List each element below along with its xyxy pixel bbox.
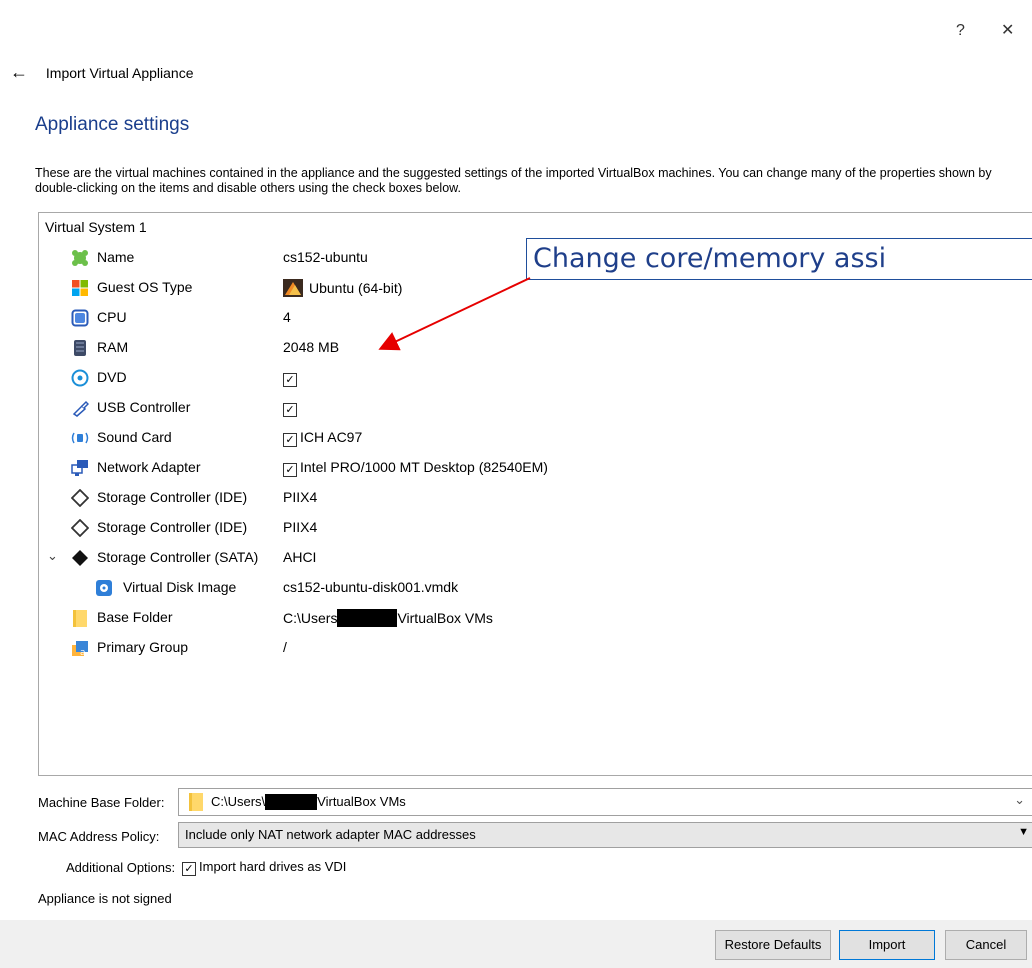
machine-base-folder-label: Machine Base Folder: [38,795,165,810]
tree-row-dvd[interactable]: DVD ✓ [39,363,1032,393]
redaction-block [265,794,318,810]
storage-sata-icon [72,550,88,566]
sound-card-value: ICH AC97 [300,429,363,445]
tree-row-label: Storage Controller (SATA) [97,549,259,565]
tree-row-sound-card[interactable]: Sound Card ✓ ICH AC97 [39,423,1032,453]
base-folder-suffix: VirtualBox VMs [397,610,493,626]
tree-row-label: DVD [97,369,127,385]
import-vdi-option[interactable]: ✓ Import hard drives as VDI [182,859,346,876]
machine-base-folder-combo[interactable]: C:\Users\ VirtualBox VMs ⌄ [178,788,1032,816]
tree-row-storage-sata[interactable]: ⌄ Storage Controller (SATA) AHCI [39,543,1032,573]
tree-row-label: Primary Group [97,639,189,655]
tree-row-value: 2048 MB [283,339,340,355]
tree-row-label: USB Controller [97,399,191,415]
cpu-icon [71,309,89,327]
base-folder-value: C:\Users\ VirtualBox VMs [211,794,406,810]
cancel-button[interactable]: Cancel [945,930,1027,960]
import-vdi-label: Import hard drives as VDI [199,859,347,874]
tree-row-label: Storage Controller (IDE) [97,489,248,505]
close-button[interactable]: ✕ [1001,20,1014,40]
ram-icon [74,340,86,356]
tree-row-label: Base Folder [97,609,173,625]
group-icon: a [72,641,88,657]
folder-icon [189,793,203,811]
restore-defaults-button[interactable]: Restore Defaults [715,930,831,960]
network-adapter-value: Intel PRO/1000 MT Desktop (82540EM) [300,459,548,475]
tree-row-label: Name [97,249,135,265]
usb-checkbox[interactable]: ✓ [283,403,297,417]
storage-ide-icon [71,489,89,507]
help-button[interactable]: ? [956,22,965,40]
tree-row-label: Sound Card [97,429,172,445]
dvd-icon [71,369,89,387]
tree-row-value: AHCI [283,549,317,565]
title-row: ← Import Virtual Appliance [10,62,194,83]
storage-ide-icon [71,519,89,537]
tree-row-virtual-disk-image[interactable]: Virtual Disk Image cs152-ubuntu-disk001.… [39,573,1032,603]
tree-row-value: PIIX4 [283,519,318,535]
tree-row-primary-group[interactable]: a Primary Group / [39,633,1032,663]
tree-row-label: CPU [97,309,127,325]
chevron-down-icon[interactable]: ⌄ [47,548,58,564]
tree-row-storage-ide-1[interactable]: Storage Controller (IDE) PIIX4 [39,483,1032,513]
mac-address-policy-label: MAC Address Policy: [38,829,160,844]
tree-row-value: PIIX4 [283,489,318,505]
dropdown-arrow-icon[interactable]: ▼ [1018,826,1029,838]
annotation-arrow [378,277,531,351]
import-button[interactable]: Import [839,930,935,960]
os-type-icon [72,280,88,296]
tree-row-network-adapter[interactable]: Network Adapter ✓ Intel PRO/1000 MT Deskt… [39,453,1032,483]
tree-row-value: cs152-ubuntu-disk001.vmdk [283,579,459,595]
description-text: These are the virtual machines contained… [35,166,992,195]
annotation-callout: Change core/memory assi [526,238,1032,280]
signed-status-text: Appliance is not signed [38,891,172,906]
dvd-checkbox[interactable]: ✓ [283,373,297,387]
mac-address-policy-value: Include only NAT network adapter MAC add… [185,827,476,842]
chevron-down-icon[interactable]: ⌄ [1014,792,1025,808]
usb-icon [72,400,89,417]
folder-icon [73,610,87,627]
tree-row-storage-ide-2[interactable]: Storage Controller (IDE) PIIX4 [39,513,1032,543]
tree-row-label: Storage Controller (IDE) [97,519,248,535]
ubuntu-icon [283,279,303,297]
tree-row-base-folder[interactable]: Base Folder C:\Users VirtualBox VMs [39,603,1032,633]
network-adapter-icon [71,460,88,476]
tree-row-value: cs152-ubuntu [283,249,368,265]
tree-row-value: ✓ [283,399,300,417]
tree-row-label: RAM [97,339,129,355]
tree-row-label: Network Adapter [97,459,201,475]
tree-row-label: Guest OS Type [97,279,193,295]
tree-row-usb[interactable]: USB Controller ✓ [39,393,1032,423]
sound-card-checkbox[interactable]: ✓ [283,433,297,447]
import-vdi-checkbox[interactable]: ✓ [182,862,196,876]
mac-address-policy-select[interactable]: Include only NAT network adapter MAC add… [178,822,1032,848]
svg-text:a: a [80,648,86,657]
redaction-block [337,609,398,627]
window-title: Import Virtual Appliance [45,65,194,81]
tree-row-value: 4 [283,309,291,325]
tree-row-value: / [283,639,287,655]
additional-options-label: Additional Options: [66,860,176,875]
name-icon [72,250,88,266]
tree-row-label: Virtual Disk Image [123,579,237,595]
tree-row-value: C:\Users VirtualBox VMs [283,609,493,627]
network-adapter-checkbox[interactable]: ✓ [283,463,297,477]
section-title: Appliance settings [35,114,190,135]
sound-card-icon [71,432,89,444]
back-arrow-icon[interactable]: ← [10,62,28,82]
tree-root-virtual-system[interactable]: Virtual System 1 [45,219,147,235]
tree-row-value: ✓ ICH AC97 [283,429,362,447]
disk-image-icon [96,580,112,596]
tree-row-value: ✓ Intel PRO/1000 MT Desktop (82540EM) [283,459,548,477]
tree-row-value: ✓ [283,369,300,387]
base-folder-prefix: C:\Users [283,610,338,626]
